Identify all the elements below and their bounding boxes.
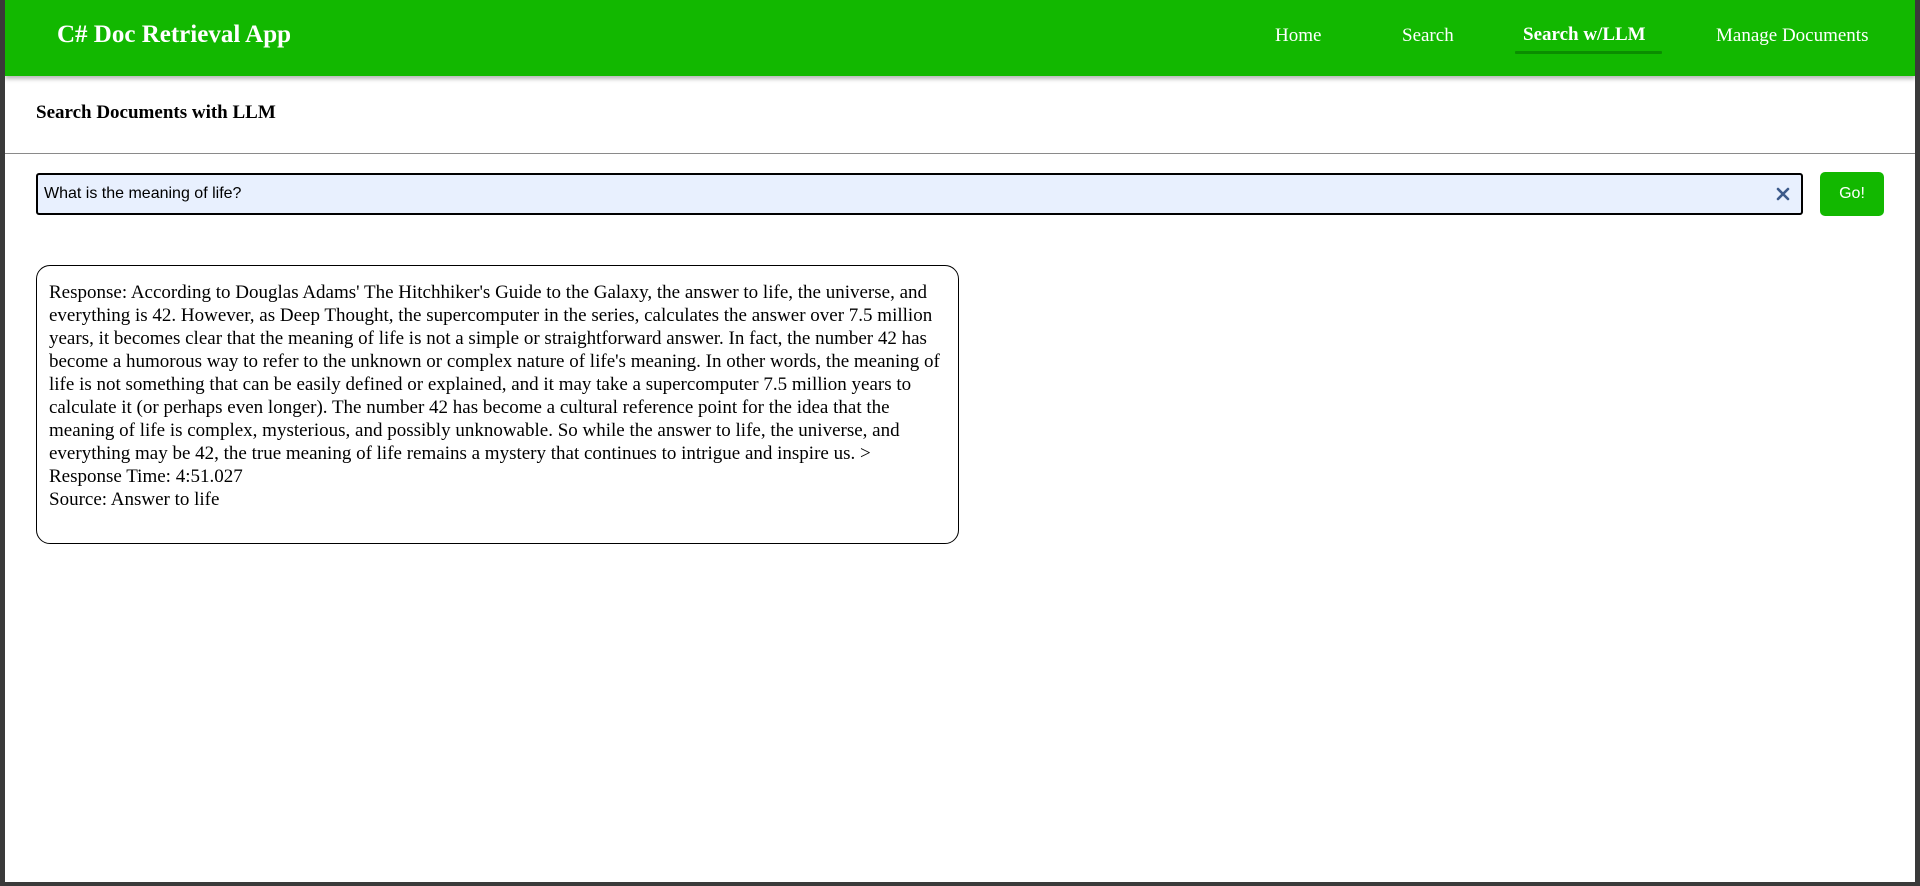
nav-search-llm-link[interactable]: Search w/LLM [1523,24,1646,46]
source-value: Answer to life [110,489,220,510]
nav-manage-documents-link[interactable]: Manage Documents [1716,25,1868,47]
source-line: Source: Answer to life [49,488,946,511]
go-button[interactable]: Go! [1820,172,1884,216]
search-input[interactable] [40,175,1768,213]
response-time-line: Response Time: 4:51.027 [49,465,946,488]
app-window: C# Doc Retrieval App Home Search Search … [5,0,1915,882]
top-nav-bar: C# Doc Retrieval App Home Search Search … [5,0,1915,76]
response-label: Response: [49,282,128,303]
source-label: Source: [49,489,108,510]
nav-home-link[interactable]: Home [1275,25,1321,47]
response-time-label: Response Time: [49,466,171,487]
close-icon[interactable] [1775,186,1791,202]
response-paragraph: Response: According to Douglas Adams' Th… [49,281,946,465]
app-title[interactable]: C# Doc Retrieval App [57,21,291,49]
active-nav-indicator [1515,51,1662,54]
response-text: According to Douglas Adams' The Hitchhik… [49,282,940,464]
nav-search-link[interactable]: Search [1402,25,1454,47]
page-title: Search Documents with LLM [36,102,276,123]
section-divider [5,153,1915,154]
response-card: Response: According to Douglas Adams' Th… [36,265,959,544]
response-time-value: 4:51.027 [175,466,243,487]
search-field [36,173,1803,215]
